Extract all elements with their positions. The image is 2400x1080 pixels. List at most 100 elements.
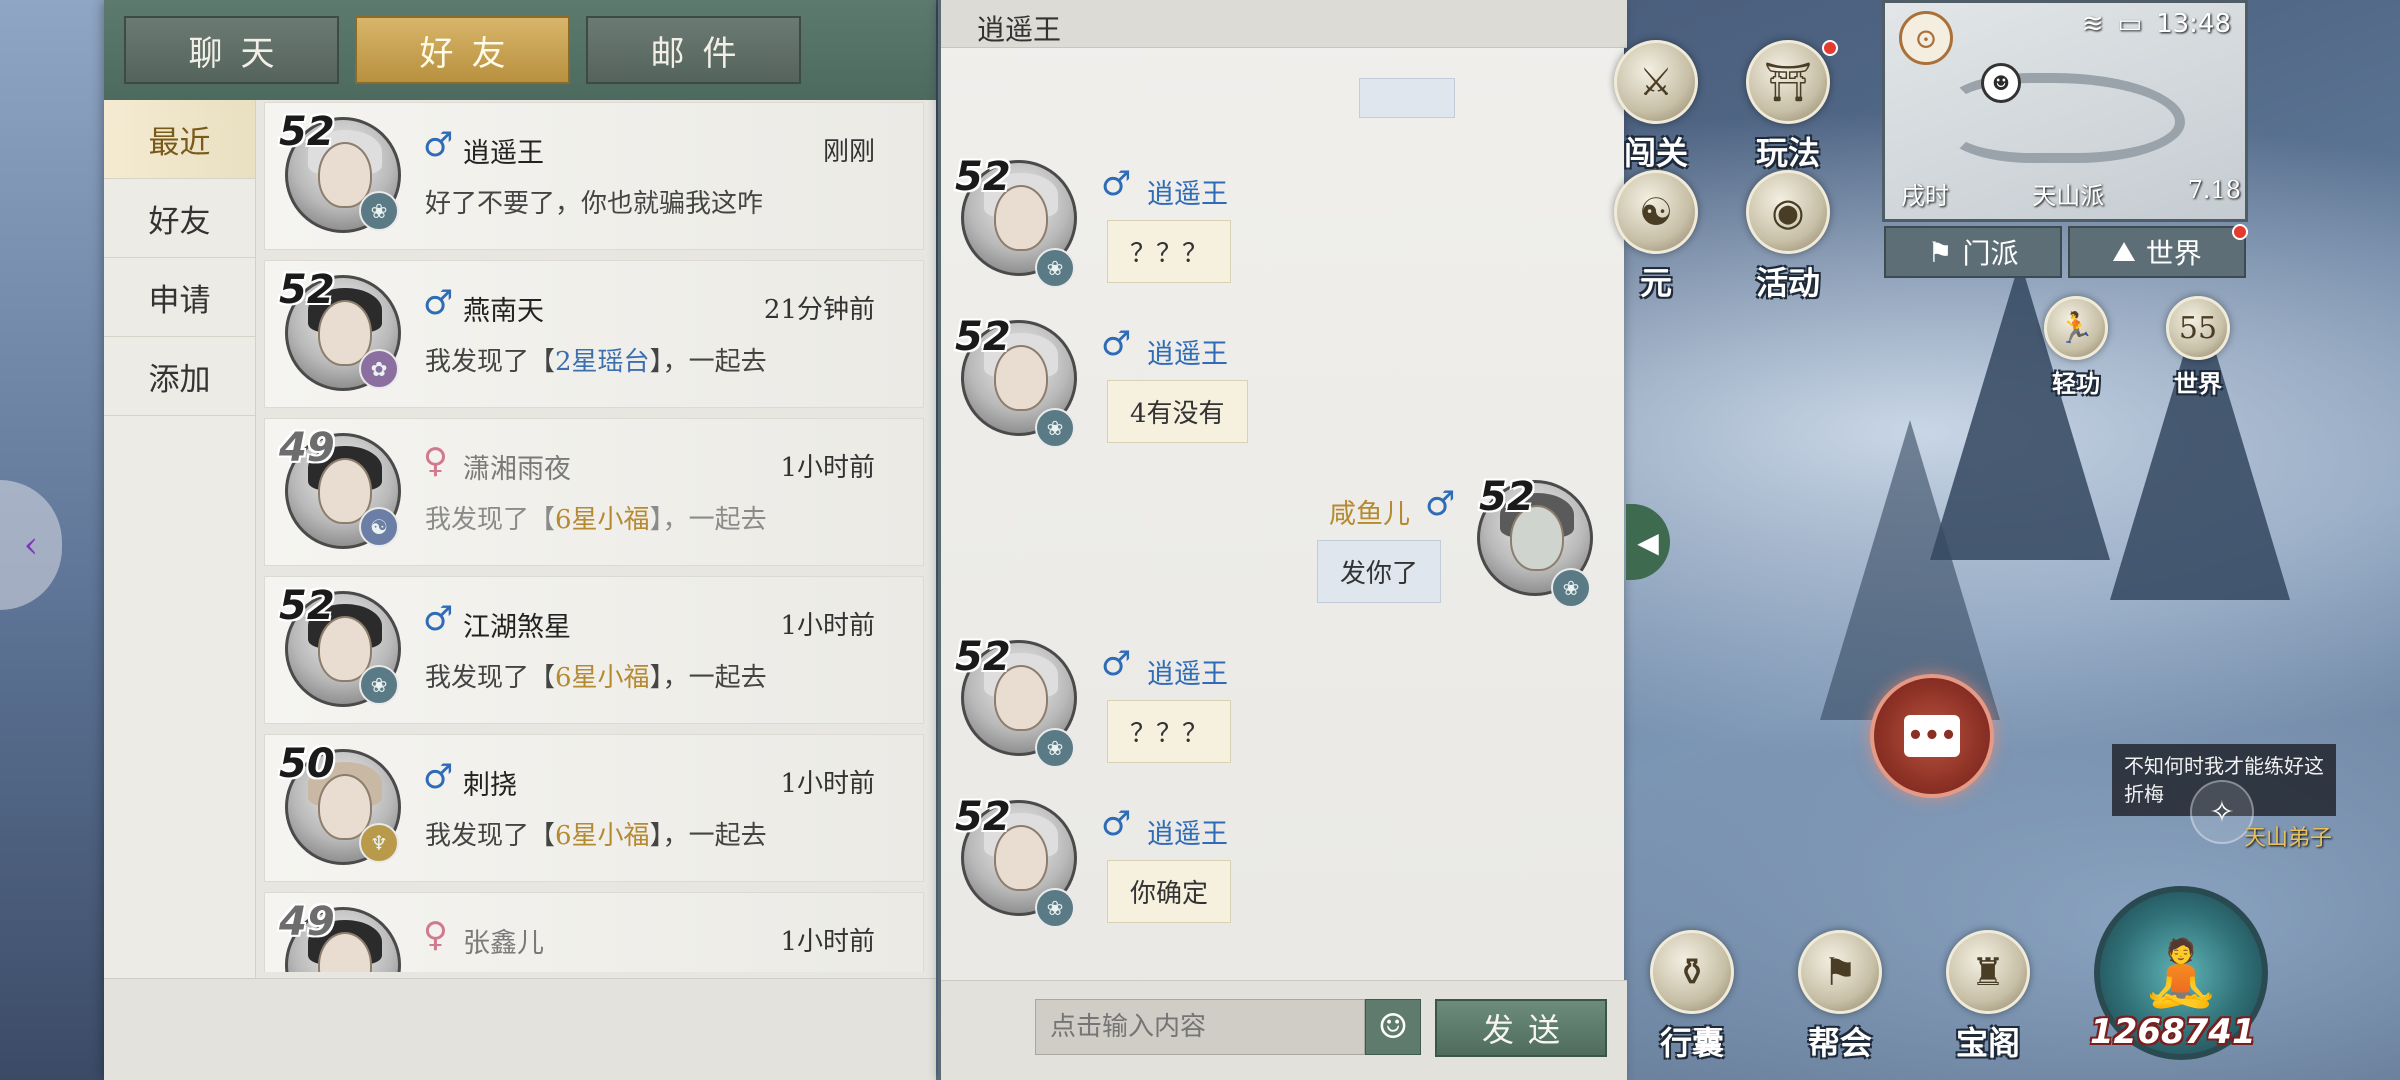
sender-name: 逍遥王 — [1147, 179, 1228, 210]
hud-label: 元 — [1639, 264, 1672, 302]
friend-row[interactable]: 49 ♀ 张鑫儿 1小时前 — [264, 892, 924, 972]
top-tab-bar: 聊天 好友 邮件 — [104, 0, 936, 100]
map-tab-world[interactable]: ⛰ 世界 — [2068, 224, 2248, 278]
hud-label: 宝阁 — [1955, 1024, 2020, 1062]
sect-badge-icon: ❀ — [1035, 728, 1075, 768]
friend-last-message: 我发现了【6星小福】，一起去 — [425, 821, 767, 851]
sect-badge-icon: ❀ — [1551, 568, 1591, 608]
friend-row[interactable]: ♆ 50 ♂ 刺挠 1小时前 我发现了【6星小福】，一起去 — [264, 734, 924, 882]
social-panel: 聊天 好友 邮件 最近 好友 申请 添加 ❀ 52 ♂ 逍遥王 刚刚 好了不要了… — [104, 0, 936, 1080]
female-icon: ♀ — [423, 915, 448, 955]
activity-icon: ◉ — [1746, 170, 1830, 254]
male-icon: ♂ — [423, 757, 454, 797]
battery-icon: ▭ — [2117, 9, 2143, 39]
sender-level: 52 — [955, 314, 1011, 360]
nav-friends[interactable]: 好友 — [104, 179, 255, 258]
coordinate-label: 7.18 — [2187, 176, 2241, 204]
hud-qinggong-button[interactable]: 🏃 轻功 — [2016, 296, 2136, 436]
chat-title: 逍遥王 — [977, 13, 1062, 46]
tab-mail[interactable]: 邮件 — [586, 16, 801, 84]
message-bubble: 你确定 — [1107, 860, 1232, 923]
npc-name: 天山弟子 — [2244, 826, 2333, 851]
sender-name: 逍遥王 — [1147, 819, 1228, 850]
friend-name: 潇湘雨夜 — [463, 454, 571, 485]
friend-row[interactable]: ❀ 52 ♂ 逍遥王 刚刚 好了不要了，你也就骗我这咋 — [264, 102, 924, 250]
wifi-icon: ≋ — [2081, 9, 2104, 39]
hud-challenge-button[interactable]: ⚔ 闯关 — [1596, 40, 1716, 180]
chat-input[interactable] — [1035, 999, 1365, 1055]
friend-list: ❀ 52 ♂ 逍遥王 刚刚 好了不要了，你也就骗我这咋 ✿ 52 ♂ 燕南天 2… — [264, 102, 930, 972]
map-tab-label: 世界 — [2145, 237, 2202, 270]
hud-treasure-button[interactable]: ♜ 宝阁 — [1928, 930, 2048, 1070]
male-icon: ♂ — [1101, 164, 1132, 204]
sect-flag-icon: ⚑ — [1927, 235, 1953, 269]
chat-bubble-partial — [1359, 78, 1455, 118]
nav-requests[interactable]: 申请 — [104, 258, 255, 337]
chat-message: ❀ 52 ♂ 逍遥王 4有没有 — [941, 314, 1627, 470]
shichen-label: 戌时 — [1901, 182, 1949, 210]
chat-message-self: ❀ 52 ♂ 咸鱼儿 发你了 — [941, 474, 1627, 630]
male-icon: ♂ — [1101, 804, 1132, 844]
hud-label: 活动 — [1755, 264, 1820, 302]
hud-yuan-button[interactable]: ☯ 元 — [1596, 170, 1716, 310]
friend-last-time: 1小时前 — [780, 453, 875, 483]
hud-label: 行囊 — [1659, 1024, 1724, 1062]
panel-footer — [104, 978, 936, 1080]
chat-panel: 逍遥王 ❀ 52 ♂ 逍遥王 ？？？ ❀ 52 ♂ 逍遥王 4有没有 ❀ 52 … — [938, 0, 1627, 1080]
sect-badge-icon: ♆ — [359, 823, 399, 863]
friend-name: 张鑫儿 — [463, 928, 544, 959]
friend-name: 江湖煞星 — [463, 612, 571, 643]
sect-badge-icon: ✿ — [359, 349, 399, 389]
self-name: 咸鱼儿 — [1329, 499, 1410, 530]
friend-last-message: 我发现了【2星瑶台】，一起去 — [425, 347, 767, 377]
chat-message: ❀ 52 ♂ 逍遥王 ？？？ — [941, 154, 1627, 310]
sect-badge-icon: ☯ — [359, 507, 399, 547]
chat-bubble-button[interactable]: ••• — [1870, 674, 1994, 798]
friend-row[interactable]: ☯ 49 ♀ 潇湘雨夜 1小时前 我发现了【6星小福】，一起去 — [264, 418, 924, 566]
hud-guild-button[interactable]: ⚑ 帮会 — [1780, 930, 1900, 1070]
gameplay-icon: ⛩ — [1746, 40, 1830, 124]
hud-world-level-button[interactable]: 55 世界 — [2138, 296, 2258, 436]
chat-message: ❀ 52 ♂ 逍遥王 你确定 — [941, 794, 1627, 950]
yuan-icon: ☯ — [1614, 170, 1698, 254]
friend-level: 50 — [279, 741, 335, 787]
chat-header: 逍遥王 — [941, 0, 1627, 48]
send-button[interactable]: 发送 — [1435, 999, 1607, 1057]
challenge-icon: ⚔ — [1614, 40, 1698, 124]
hud-activity-button[interactable]: ◉ 活动 — [1728, 170, 1848, 310]
tab-chat[interactable]: 聊天 — [124, 16, 339, 84]
friend-level: 49 — [279, 425, 335, 471]
male-icon: ♂ — [1101, 324, 1132, 364]
sender-name: 逍遥王 — [1147, 339, 1228, 370]
guild-icon: ⚑ — [1798, 930, 1882, 1014]
nav-add[interactable]: 添加 — [104, 337, 255, 416]
snow-tree — [1820, 420, 2000, 720]
message-bubble: ？？？ — [1107, 220, 1232, 283]
friend-level: 49 — [279, 899, 335, 945]
friend-level: 52 — [279, 267, 335, 313]
minimap[interactable]: ☻ ⊙ ≋ ▭ 13:48 戌时 天山派 7.18 — [1882, 0, 2248, 222]
emoji-button[interactable]: ☺ — [1365, 999, 1421, 1055]
chat-input-bar: ☺ 发送 — [941, 980, 1627, 1080]
chat-icon: ••• — [1904, 715, 1960, 757]
chat-message-area[interactable]: ❀ 52 ♂ 逍遥王 ？？？ ❀ 52 ♂ 逍遥王 4有没有 ❀ 52 ♂ 咸鱼… — [941, 48, 1627, 968]
friend-side-nav: 最近 好友 申请 添加 — [104, 100, 256, 980]
hud-gameplay-button[interactable]: ⛩ 玩法 — [1728, 40, 1848, 180]
friend-last-message: 好了不要了，你也就骗我这咋 — [425, 189, 764, 219]
nav-recent[interactable]: 最近 — [104, 100, 255, 179]
location-label: 天山派 — [2032, 182, 2105, 210]
notification-badge — [1822, 40, 1838, 56]
world-level-icon: 55 — [2166, 296, 2230, 360]
tab-friends[interactable]: 好友 — [355, 16, 570, 84]
combat-power: 1268741 — [2090, 1012, 2256, 1052]
friend-row[interactable]: ✿ 52 ♂ 燕南天 21分钟前 我发现了【2星瑶台】，一起去 — [264, 260, 924, 408]
status-bar: ≋ ▭ 13:48 — [2082, 9, 2231, 39]
compass-icon[interactable]: ⊙ — [1899, 11, 1953, 65]
map-tab-sect[interactable]: ⚑ 门派 — [1884, 226, 2062, 278]
friend-last-message: 我发现了【6星小福】，一起去 — [425, 505, 767, 535]
friend-row[interactable]: ❀ 52 ♂ 江湖煞星 1小时前 我发现了【6星小福】，一起去 — [264, 576, 924, 724]
friend-level: 52 — [279, 583, 335, 629]
male-icon: ♂ — [423, 125, 454, 165]
hud-bag-button[interactable]: ⚱ 行囊 — [1632, 930, 1752, 1070]
message-bubble-self: 发你了 — [1317, 540, 1442, 603]
